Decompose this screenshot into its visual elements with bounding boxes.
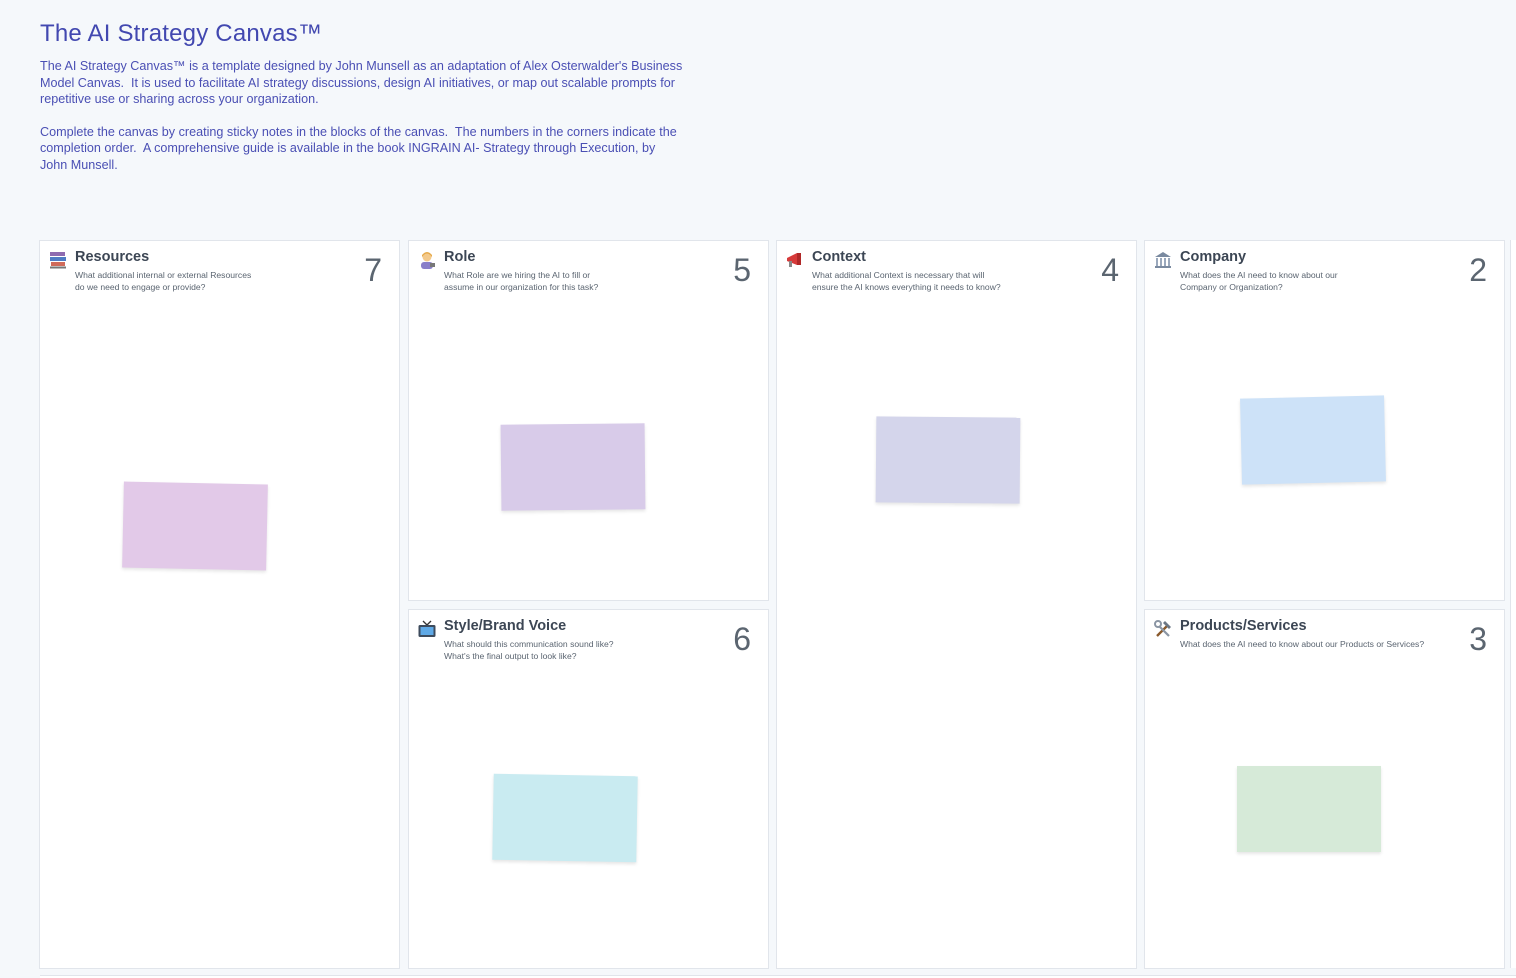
- resources-question: What additional internal or external Res…: [75, 270, 252, 292]
- megaphone-icon: [787, 253, 801, 267]
- style-brand-voice-block[interactable]: Style/Brand Voice What should this commu…: [408, 609, 769, 969]
- company-block[interactable]: Company What does the AI need to know ab…: [1144, 240, 1505, 601]
- instructions-paragraph: Complete the canvas by creating sticky n…: [40, 124, 677, 172]
- company-sticky-note[interactable]: [1240, 395, 1386, 485]
- role-sticky-note[interactable]: [500, 423, 646, 511]
- resources-block[interactable]: Resources What additional internal or ex…: [39, 240, 400, 969]
- products-title: Products/Services: [1180, 618, 1307, 634]
- style-title: Style/Brand Voice: [444, 618, 567, 634]
- television-icon: [418, 620, 436, 637]
- tools-icon: [1154, 620, 1171, 637]
- context-title: Context: [812, 249, 866, 265]
- role-block[interactable]: Role What Role are we hiring the AI to f…: [408, 240, 769, 601]
- products-order-number: 3: [1469, 621, 1487, 657]
- style-question: What should this communication sound lik…: [444, 639, 614, 661]
- style-sticky-note[interactable]: [492, 773, 638, 863]
- products-sticky-note[interactable]: [1237, 766, 1381, 852]
- canvas-header: The AI Strategy Canvas™ The AI Strategy …: [40, 20, 740, 173]
- books-icon: [50, 252, 66, 269]
- context-order-number: 4: [1101, 252, 1119, 288]
- products-question: What does the AI need to know about our …: [1180, 639, 1425, 649]
- person-icon: [421, 252, 435, 269]
- company-question: What does the AI need to know about our …: [1180, 270, 1338, 292]
- products-services-block[interactable]: Products/Services What does the AI need …: [1144, 609, 1505, 969]
- intro-paragraph: The AI Strategy Canvas™ is a template de…: [40, 59, 683, 106]
- style-order-number: 6: [733, 621, 751, 657]
- context-question: What additional Context is necessary tha…: [812, 270, 1001, 292]
- role-question: What Role are we hiring the AI to fill o…: [444, 270, 599, 292]
- context-sticky-note[interactable]: [875, 416, 1021, 504]
- building-icon: [1155, 252, 1171, 268]
- resources-title: Resources: [75, 249, 150, 265]
- resources-order-number: 7: [364, 252, 382, 288]
- page-title: The AI Strategy Canvas™: [40, 20, 323, 47]
- role-order-number: 5: [733, 252, 751, 288]
- context-block[interactable]: Context What additional Context is neces…: [776, 240, 1137, 969]
- company-order-number: 2: [1469, 252, 1487, 288]
- next-block-edge: [1510, 240, 1516, 968]
- company-title: Company: [1180, 249, 1247, 265]
- resources-sticky-note[interactable]: [122, 481, 268, 571]
- role-title: Role: [444, 249, 476, 265]
